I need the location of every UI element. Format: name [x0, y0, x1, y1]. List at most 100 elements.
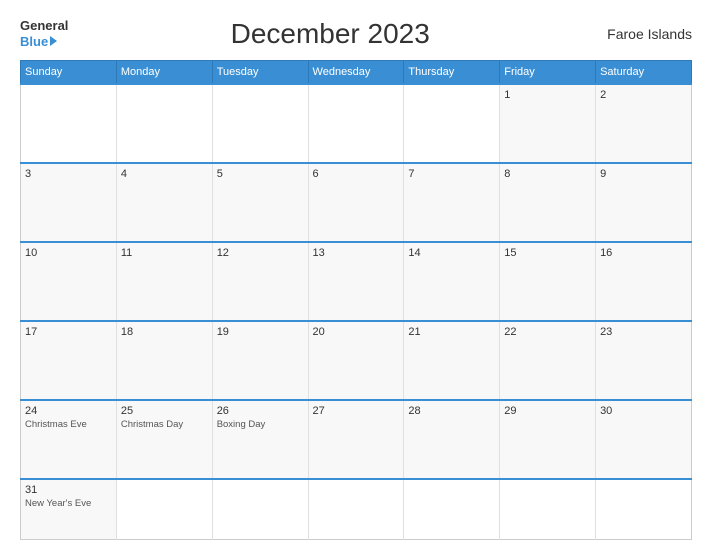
calendar-day-cell: 26 Boxing Day — [212, 400, 308, 479]
calendar-event: New Year's Eve — [25, 498, 112, 510]
calendar-day-cell: 2 — [596, 84, 692, 163]
calendar-day-cell: 8 — [500, 163, 596, 242]
calendar-day-cell: 15 — [500, 242, 596, 321]
calendar-day-cell: 31 New Year's Eve — [21, 479, 117, 539]
page: General Blue December 2023 Faroe Islands… — [0, 0, 712, 550]
day-number: 26 — [217, 405, 304, 417]
day-number: 27 — [313, 405, 400, 417]
calendar-day-cell: 5 — [212, 163, 308, 242]
calendar-day-cell — [308, 84, 404, 163]
day-number: 5 — [217, 168, 304, 180]
calendar-day-cell — [500, 479, 596, 539]
day-number: 15 — [504, 247, 591, 259]
calendar-day-cell: 9 — [596, 163, 692, 242]
calendar-day-cell — [212, 84, 308, 163]
weekday-header-monday: Monday — [116, 61, 212, 85]
day-number: 11 — [121, 247, 208, 259]
day-number: 7 — [408, 168, 495, 180]
weekday-header-tuesday: Tuesday — [212, 61, 308, 85]
day-number: 13 — [313, 247, 400, 259]
region-label: Faroe Islands — [592, 26, 692, 42]
calendar-day-cell: 25 Christmas Day — [116, 400, 212, 479]
day-number: 6 — [313, 168, 400, 180]
calendar-day-cell: 6 — [308, 163, 404, 242]
day-number: 19 — [217, 326, 304, 338]
calendar-day-cell — [404, 479, 500, 539]
day-number: 24 — [25, 405, 112, 417]
weekday-header-saturday: Saturday — [596, 61, 692, 85]
calendar-day-cell: 7 — [404, 163, 500, 242]
calendar-week-row: 17 18 19 20 21 22 23 — [21, 321, 692, 400]
calendar-day-cell — [21, 84, 117, 163]
logo-triangle-icon — [50, 36, 57, 46]
day-number: 31 — [25, 484, 112, 496]
day-number: 12 — [217, 247, 304, 259]
day-number: 23 — [600, 326, 687, 338]
day-number: 3 — [25, 168, 112, 180]
day-number: 17 — [25, 326, 112, 338]
day-number: 9 — [600, 168, 687, 180]
calendar-day-cell — [596, 479, 692, 539]
day-number: 1 — [504, 89, 591, 101]
calendar-day-cell: 13 — [308, 242, 404, 321]
day-number: 18 — [121, 326, 208, 338]
calendar-day-cell — [404, 84, 500, 163]
calendar-week-row: 10 11 12 13 14 15 16 — [21, 242, 692, 321]
day-number: 2 — [600, 89, 687, 101]
day-number: 20 — [313, 326, 400, 338]
calendar-table: SundayMondayTuesdayWednesdayThursdayFrid… — [20, 60, 692, 540]
calendar-day-cell: 30 — [596, 400, 692, 479]
calendar-day-cell: 27 — [308, 400, 404, 479]
calendar-day-cell: 19 — [212, 321, 308, 400]
day-number: 30 — [600, 405, 687, 417]
calendar-day-cell — [116, 479, 212, 539]
calendar-day-cell: 12 — [212, 242, 308, 321]
calendar-day-cell: 3 — [21, 163, 117, 242]
logo-blue-text: Blue — [20, 34, 57, 49]
calendar-week-row: 12 — [21, 84, 692, 163]
logo-general-text: General — [20, 19, 68, 33]
calendar-week-row: 31 New Year's Eve — [21, 479, 692, 539]
calendar-day-cell: 29 — [500, 400, 596, 479]
calendar-day-cell: 23 — [596, 321, 692, 400]
calendar-day-cell: 1 — [500, 84, 596, 163]
calendar-event: Christmas Day — [121, 419, 208, 431]
day-number: 25 — [121, 405, 208, 417]
calendar-event: Christmas Eve — [25, 419, 112, 431]
calendar-day-cell: 4 — [116, 163, 212, 242]
calendar-week-row: 24 Christmas Eve 25 Christmas Day 26 Boxing D… — [21, 400, 692, 479]
calendar-day-cell — [116, 84, 212, 163]
weekday-header-row: SundayMondayTuesdayWednesdayThursdayFrid… — [21, 61, 692, 85]
calendar-day-cell — [212, 479, 308, 539]
calendar-day-cell — [308, 479, 404, 539]
day-number: 21 — [408, 326, 495, 338]
day-number: 29 — [504, 405, 591, 417]
calendar-day-cell: 11 — [116, 242, 212, 321]
day-number: 22 — [504, 326, 591, 338]
calendar-day-cell: 10 — [21, 242, 117, 321]
calendar-day-cell: 14 — [404, 242, 500, 321]
day-number: 10 — [25, 247, 112, 259]
calendar-day-cell: 22 — [500, 321, 596, 400]
calendar-day-cell: 28 — [404, 400, 500, 479]
calendar-week-row: 3456789 — [21, 163, 692, 242]
day-number: 28 — [408, 405, 495, 417]
calendar-day-cell: 21 — [404, 321, 500, 400]
header: General Blue December 2023 Faroe Islands — [20, 18, 692, 50]
weekday-header-wednesday: Wednesday — [308, 61, 404, 85]
day-number: 16 — [600, 247, 687, 259]
calendar-day-cell: 16 — [596, 242, 692, 321]
calendar-day-cell: 24 Christmas Eve — [21, 400, 117, 479]
calendar-title: December 2023 — [68, 18, 592, 50]
day-number: 14 — [408, 247, 495, 259]
logo: General Blue — [20, 19, 68, 48]
weekday-header-friday: Friday — [500, 61, 596, 85]
calendar-day-cell: 17 — [21, 321, 117, 400]
day-number: 8 — [504, 168, 591, 180]
calendar-day-cell: 20 — [308, 321, 404, 400]
weekday-header-thursday: Thursday — [404, 61, 500, 85]
day-number: 4 — [121, 168, 208, 180]
calendar-day-cell: 18 — [116, 321, 212, 400]
calendar-event: Boxing Day — [217, 419, 304, 431]
weekday-header-sunday: Sunday — [21, 61, 117, 85]
